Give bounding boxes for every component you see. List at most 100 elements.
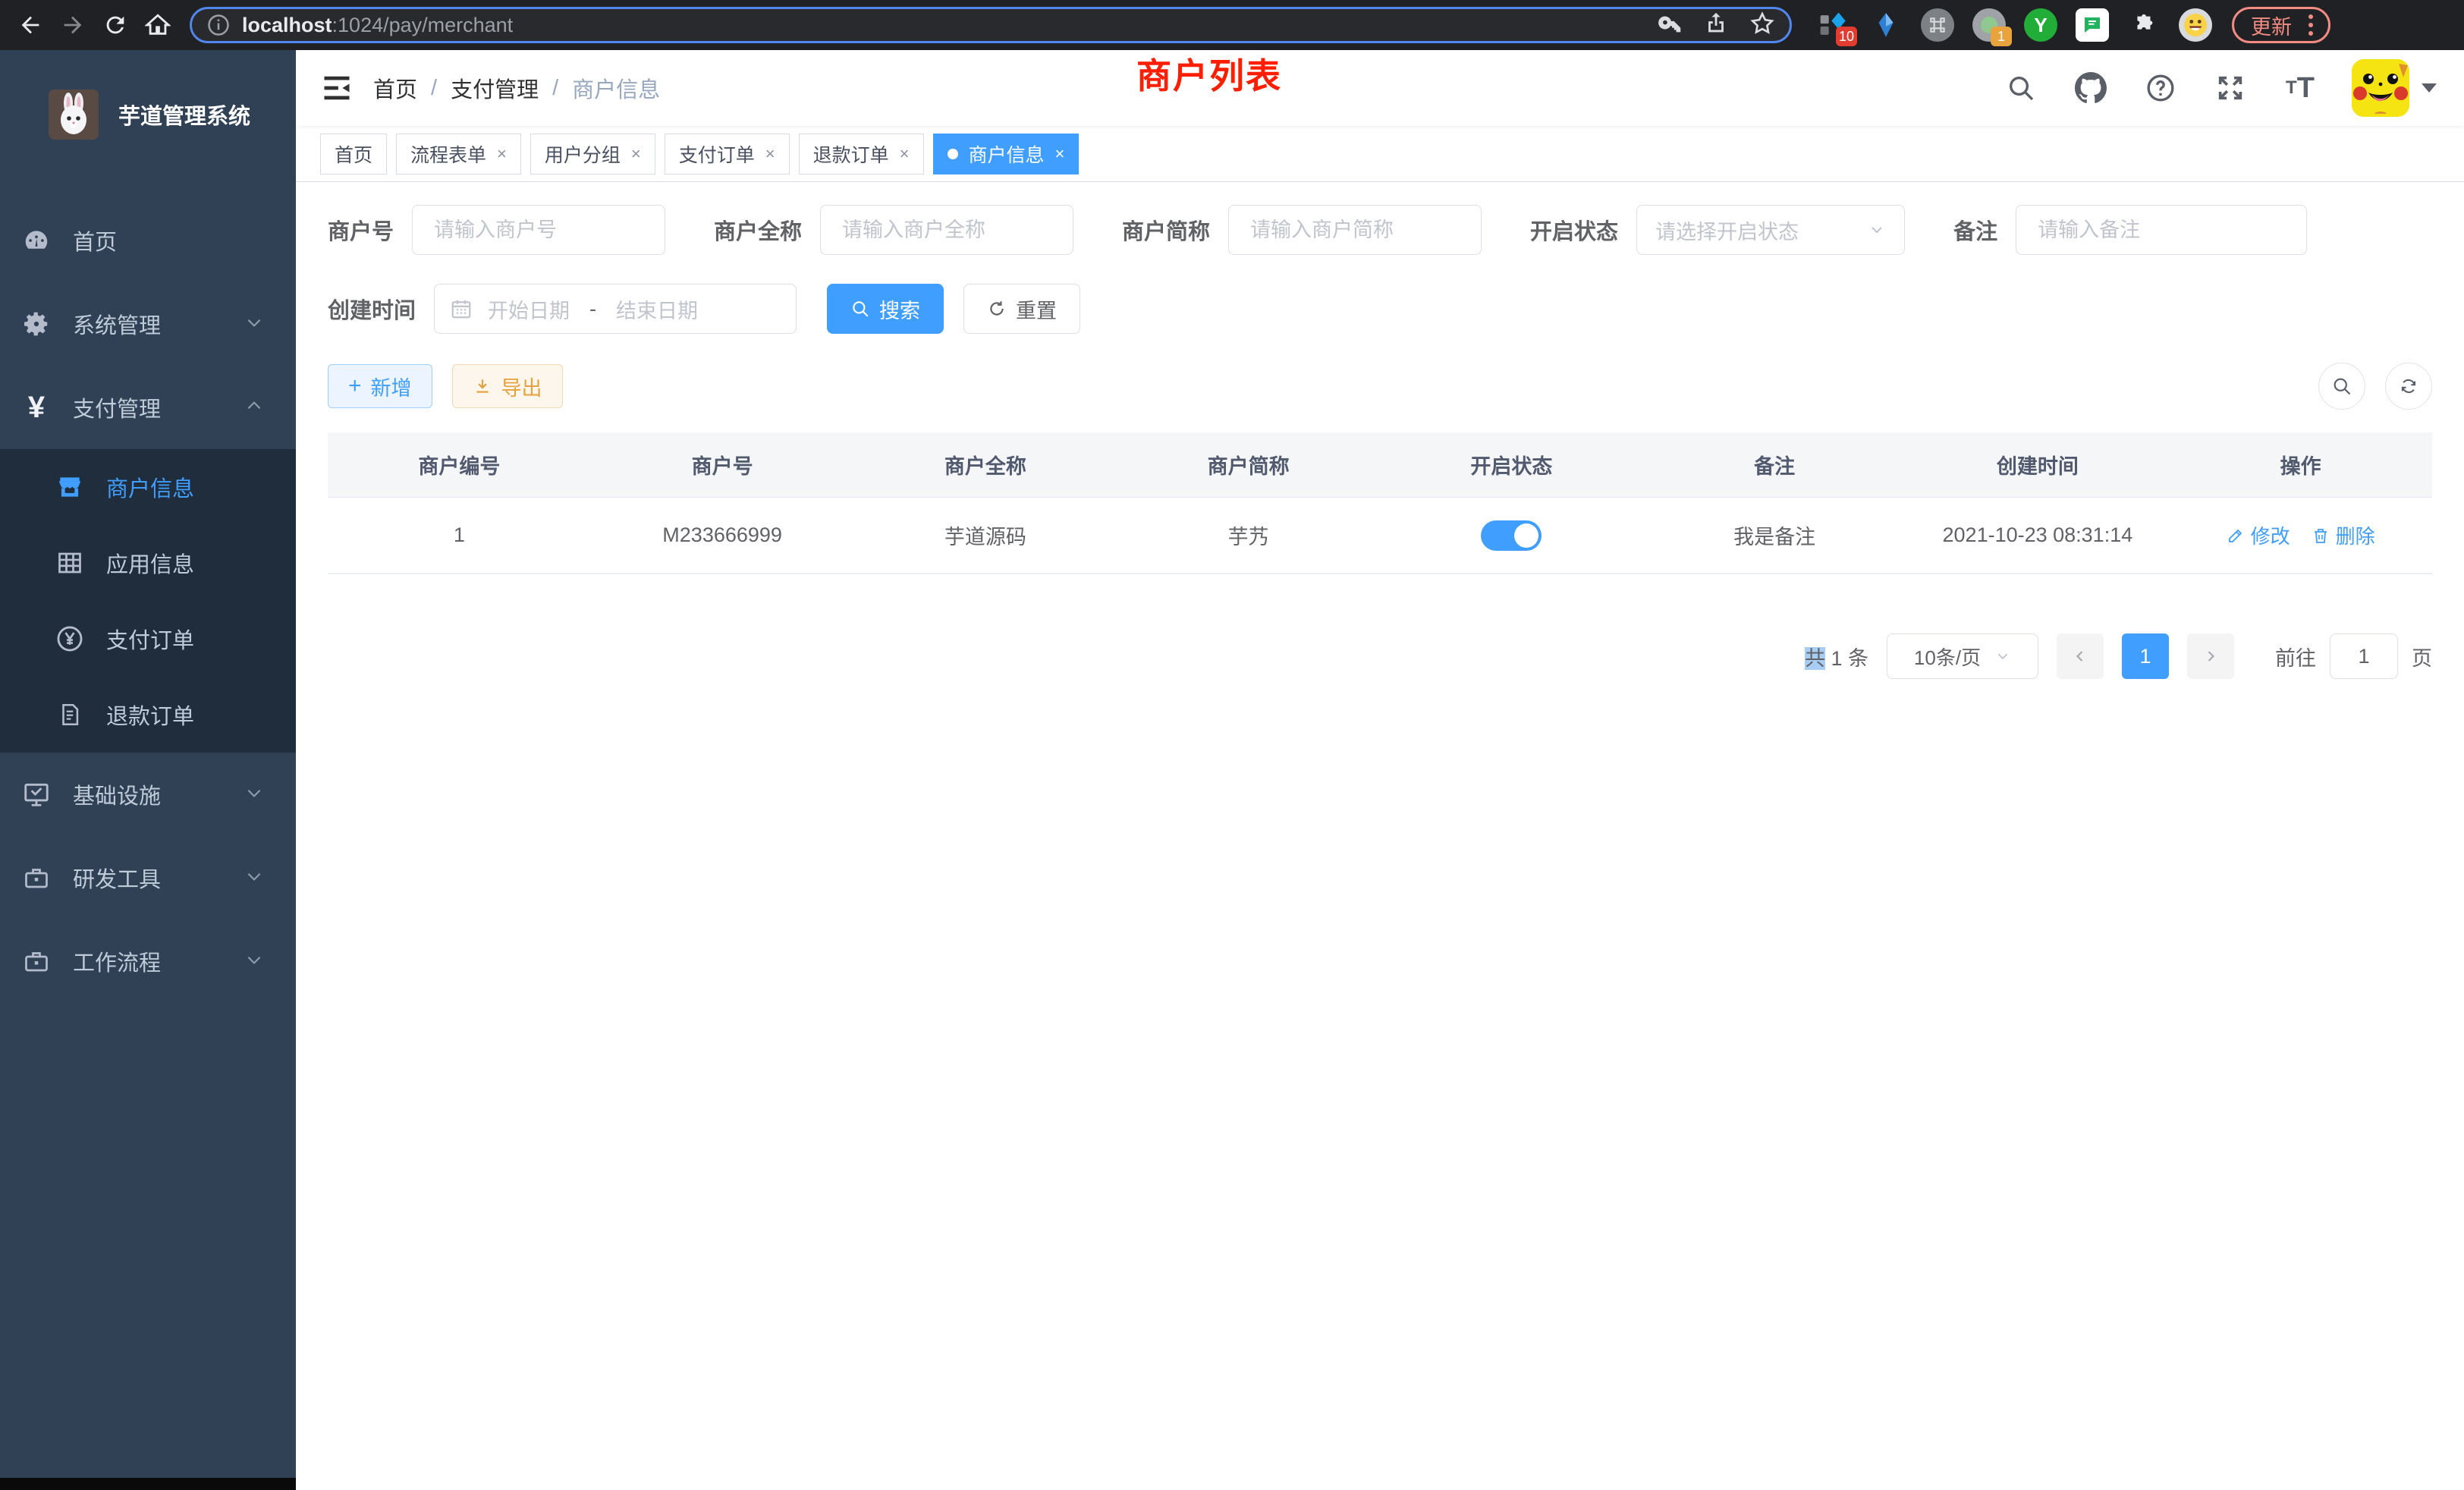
extensions-puzzle-icon[interactable] [2127, 8, 2161, 42]
github-icon[interactable] [2073, 70, 2109, 106]
merchant-no-input[interactable] [412, 205, 665, 255]
update-label: 更新 [2251, 11, 2292, 40]
prev-page-button[interactable] [2057, 633, 2104, 679]
start-date-placeholder: 开始日期 [488, 294, 570, 324]
tab-home[interactable]: 首页 [320, 134, 387, 174]
edit-link[interactable]: 修改 [2227, 521, 2290, 549]
full-name-input[interactable] [820, 205, 1073, 255]
status-select[interactable]: 请选择开启状态 [1636, 205, 1905, 255]
tab-merchant-info[interactable]: 商户信息 × [933, 134, 1080, 174]
chevron-down-icon [244, 950, 264, 973]
sidebar-item-app-info[interactable]: 应用信息 [0, 525, 296, 601]
search-button[interactable]: 搜索 [827, 284, 944, 334]
user-avatar-menu[interactable] [2352, 59, 2437, 117]
extension-chat-icon[interactable] [2076, 8, 2109, 42]
fullscreen-icon[interactable] [2212, 70, 2249, 106]
extension-y-icon[interactable]: Y [2024, 8, 2057, 42]
address-bar[interactable]: localhost:1024/pay/merchant [190, 7, 1792, 43]
col-create-time: 创建时间 [1906, 450, 2170, 479]
short-name-input[interactable] [1228, 205, 1482, 255]
profile-avatar-emoji[interactable] [2179, 8, 2212, 42]
sidebar-item-label: 支付管理 [73, 391, 244, 423]
sidebar-item-home[interactable]: 首页 [0, 199, 296, 282]
sidebar-item-merchant-info[interactable]: 商户信息 [0, 449, 296, 525]
browser-forward-button[interactable] [52, 4, 94, 46]
cell-remark: 我是备注 [1643, 520, 1906, 550]
screen-edge-strip [0, 1478, 296, 1490]
sidebar-item-label: 首页 [73, 225, 275, 256]
extension-command-icon[interactable] [1921, 8, 1954, 42]
extension-gray-circle-icon[interactable]: 1 [1972, 8, 2006, 42]
pagination: 共 1 条 10条/页 1 前往 页 [328, 633, 2432, 679]
trash-icon [2312, 527, 2330, 545]
col-full-name: 商户全称 [854, 450, 1117, 479]
help-icon[interactable] [2142, 70, 2179, 106]
share-icon[interactable] [1703, 11, 1729, 40]
goto-page-input[interactable] [2330, 633, 2398, 679]
monitor-check-icon [0, 780, 73, 809]
sidebar-item-workflow[interactable]: 工作流程 [0, 919, 296, 1003]
tab-pay-order[interactable]: 支付订单 × [665, 134, 790, 174]
password-key-icon[interactable] [1658, 11, 1683, 40]
font-size-icon[interactable]: TT [2282, 70, 2318, 106]
tab-close-icon[interactable]: × [1055, 144, 1065, 164]
browser-menu-dots-icon[interactable] [2308, 14, 2313, 36]
page-info-icon[interactable] [206, 12, 231, 38]
chevron-down-icon [244, 866, 264, 890]
breadcrumb: 首页 / 支付管理 / 商户信息 [373, 72, 660, 104]
col-merchant-no: 商户号 [591, 450, 854, 479]
filter-label-short-name: 商户简称 [1122, 214, 1210, 246]
export-button[interactable]: 导出 [452, 364, 563, 408]
logo-row[interactable]: 芋道管理系统 [0, 50, 296, 179]
cell-merchant-no: M233666999 [591, 523, 854, 547]
end-date-placeholder: 结束日期 [616, 294, 698, 324]
reset-button[interactable]: 重置 [963, 284, 1080, 334]
delete-link[interactable]: 删除 [2312, 521, 2375, 549]
filter-label-status: 开启状态 [1530, 214, 1618, 246]
sidebar-item-pay[interactable]: ¥ 支付管理 [0, 366, 296, 449]
sidebar-item-pay-order[interactable]: 支付订单 [0, 601, 296, 677]
col-actions: 操作 [2169, 450, 2432, 479]
pay-submenu: 商户信息 应用信息 支付订单 [0, 449, 296, 753]
tab-close-icon[interactable]: × [765, 144, 775, 164]
tab-close-icon[interactable]: × [497, 144, 507, 164]
header-search-icon[interactable] [2003, 70, 2039, 106]
extension-strip: 10 1 Y [1818, 8, 2212, 42]
remark-input[interactable] [2016, 205, 2307, 255]
status-toggle[interactable] [1481, 520, 1542, 551]
browser-reload-button[interactable] [94, 4, 137, 46]
toggle-search-button[interactable] [2318, 363, 2365, 410]
extension-blue-diamond-icon[interactable]: 10 [1818, 8, 1851, 42]
sidebar-item-devtools[interactable]: 研发工具 [0, 836, 296, 919]
search-icon [2331, 376, 2352, 397]
browser-back-button[interactable] [9, 4, 52, 46]
sidebar-item-refund-order[interactable]: 退款订单 [0, 677, 296, 753]
grid-icon [33, 549, 106, 577]
browser-update-menu[interactable]: 更新 [2232, 7, 2330, 43]
col-short-name: 商户简称 [1117, 450, 1380, 479]
breadcrumb-pay[interactable]: 支付管理 [451, 72, 539, 104]
tab-close-icon[interactable]: × [631, 144, 641, 164]
add-button[interactable]: + 新增 [328, 364, 432, 408]
active-tab-dot [948, 149, 958, 159]
bookmark-star-icon[interactable] [1749, 10, 1776, 41]
tab-process-form[interactable]: 流程表单 × [396, 134, 521, 174]
breadcrumb-home[interactable]: 首页 [373, 72, 417, 104]
refresh-table-button[interactable] [2385, 363, 2432, 410]
sidebar-item-label: 商户信息 [106, 471, 275, 503]
sidebar-item-system[interactable]: 系统管理 [0, 282, 296, 366]
next-page-button[interactable] [2187, 633, 2234, 679]
page-size-select[interactable]: 10条/页 [1887, 633, 2038, 679]
extension-blue-pin-icon[interactable] [1869, 8, 1903, 42]
tab-refund-order[interactable]: 退款订单 × [799, 134, 924, 174]
create-time-range-picker[interactable]: 开始日期 - 结束日期 [434, 284, 797, 334]
chevron-down-icon [244, 783, 264, 806]
sidebar-item-infra[interactable]: 基础设施 [0, 753, 296, 836]
sidebar-fold-icon[interactable] [320, 71, 354, 105]
browser-home-button[interactable] [137, 4, 179, 46]
tab-close-icon[interactable]: × [900, 144, 910, 164]
page-number-1[interactable]: 1 [2122, 633, 2169, 679]
sidebar-item-label: 研发工具 [73, 862, 244, 894]
url-text[interactable]: localhost:1024/pay/merchant [242, 14, 1658, 37]
tab-user-group[interactable]: 用户分组 × [530, 134, 655, 174]
